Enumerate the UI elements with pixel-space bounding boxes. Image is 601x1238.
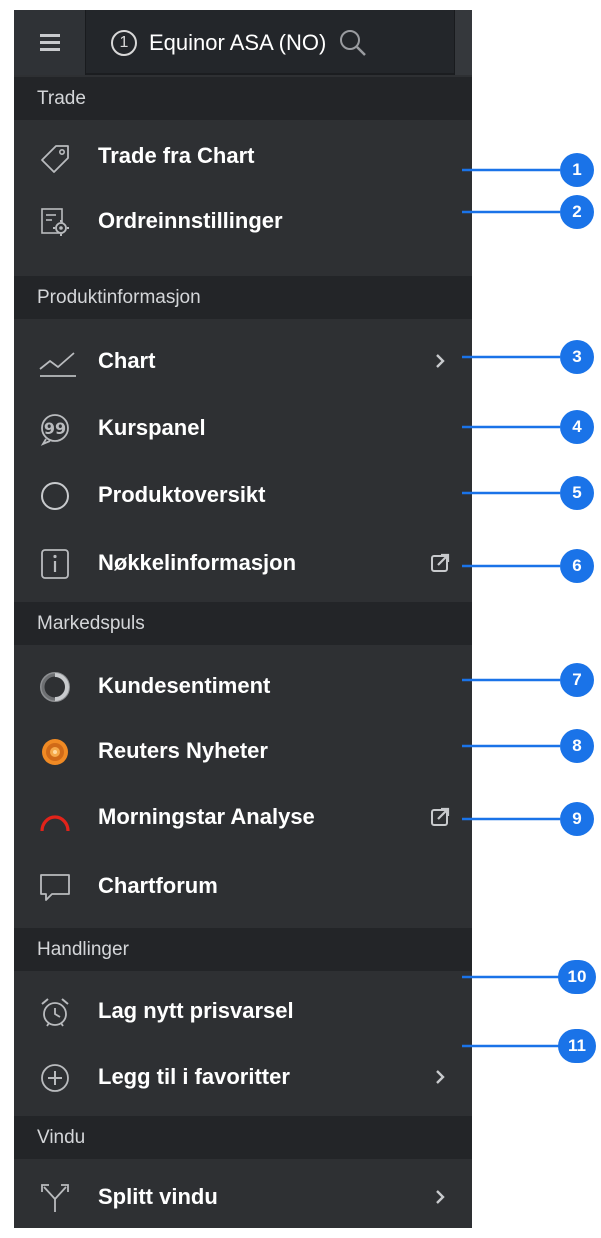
instrument-selector[interactable]: 1 Equinor ASA (NO) bbox=[87, 10, 452, 75]
title-bar-edge bbox=[454, 10, 472, 75]
menu-item-split-window[interactable]: Splitt vindu bbox=[14, 1164, 472, 1228]
alarm-clock-icon bbox=[38, 995, 72, 1029]
section-header-market-pulse: Markedspuls bbox=[14, 602, 472, 645]
menu-item-label: Trade fra Chart bbox=[98, 143, 255, 168]
section-header-trade: Trade bbox=[14, 77, 472, 120]
menu-item-chart-forum[interactable]: Chartforum bbox=[14, 853, 472, 919]
chevron-right-icon bbox=[429, 1185, 451, 1209]
menu-item-order-settings[interactable]: Ordreinnstillinger bbox=[14, 188, 472, 254]
context-menu-panel: 1 Equinor ASA (NO) Trade Trade fra Chart… bbox=[14, 10, 472, 1228]
hamburger-menu-button[interactable] bbox=[14, 10, 86, 75]
callout-badge-11: 11 bbox=[558, 1029, 596, 1063]
callout-badge-8: 8 bbox=[560, 729, 594, 763]
chevron-right-icon bbox=[429, 349, 451, 373]
plus-circle-icon bbox=[38, 1061, 72, 1095]
menu-item-label: Reuters Nyheter bbox=[98, 738, 268, 763]
menu-item-key-info[interactable]: Nøkkelinformasjon bbox=[14, 530, 472, 596]
morningstar-arc-icon bbox=[38, 801, 72, 835]
callout-badge-7: 7 bbox=[560, 663, 594, 697]
callout-badge-1: 1 bbox=[560, 153, 594, 187]
section-header-product-info: Produktinformasjon bbox=[14, 276, 472, 319]
svg-text:99: 99 bbox=[44, 419, 66, 438]
info-icon bbox=[38, 547, 72, 581]
menu-item-label: Kurspanel bbox=[98, 415, 206, 440]
speech-bubble-icon bbox=[38, 870, 72, 904]
menu-item-label: Chart bbox=[98, 348, 156, 373]
external-link-icon bbox=[429, 551, 451, 575]
menu-item-label: Ordreinnstillinger bbox=[98, 208, 283, 233]
menu-item-label: Chartforum bbox=[98, 873, 218, 898]
line-chart-icon bbox=[38, 345, 76, 379]
quote-icon: 99 bbox=[38, 412, 72, 446]
section-header-window: Vindu bbox=[14, 1116, 472, 1159]
chevron-right-icon bbox=[429, 1065, 451, 1089]
instrument-name: Equinor ASA (NO) bbox=[149, 29, 327, 55]
split-icon bbox=[38, 1181, 72, 1215]
menu-item-label: Nøkkelinformasjon bbox=[98, 550, 297, 575]
menu-item-price-panel[interactable]: 99 Kurspanel bbox=[14, 395, 472, 461]
menu-item-morningstar[interactable]: Morningstar Analyse bbox=[14, 784, 472, 850]
callout-badge-5: 5 bbox=[560, 476, 594, 510]
menu-item-new-price-alert[interactable]: Lag nytt prisvarsel bbox=[14, 978, 472, 1044]
callout-badge-3: 3 bbox=[560, 340, 594, 374]
hamburger-icon bbox=[39, 32, 60, 53]
search-icon[interactable] bbox=[338, 28, 368, 58]
menu-item-trade-from-chart[interactable]: Trade fra Chart bbox=[14, 123, 472, 189]
instrument-title-bar: 1 Equinor ASA (NO) bbox=[14, 10, 472, 75]
tag-icon bbox=[38, 140, 72, 174]
callout-badge-9: 9 bbox=[560, 802, 594, 836]
reuters-logo-icon bbox=[38, 735, 72, 769]
callout-badge-10: 10 bbox=[558, 960, 596, 994]
menu-item-add-favorites[interactable]: Legg til i favoritter bbox=[14, 1044, 472, 1110]
external-link-icon bbox=[429, 805, 451, 829]
circle-icon bbox=[38, 479, 72, 513]
callout-badge-4: 4 bbox=[560, 410, 594, 444]
menu-item-chart[interactable]: Chart bbox=[14, 328, 472, 394]
menu-item-product-overview[interactable]: Produktoversikt bbox=[14, 462, 472, 528]
menu-item-client-sentiment[interactable]: Kundesentiment bbox=[14, 653, 472, 719]
sentiment-ring-icon bbox=[38, 670, 72, 704]
callout-badge-2: 2 bbox=[560, 195, 594, 229]
settings-form-icon bbox=[38, 205, 72, 239]
menu-item-label: Lag nytt prisvarsel bbox=[98, 998, 294, 1023]
menu-item-label: Legg til i favoritter bbox=[98, 1064, 290, 1089]
instrument-number-badge: 1 bbox=[111, 29, 137, 56]
menu-item-label: Kundesentiment bbox=[98, 673, 271, 698]
menu-item-reuters-news[interactable]: Reuters Nyheter bbox=[14, 718, 472, 784]
menu-item-label: Splitt vindu bbox=[98, 1184, 218, 1209]
menu-item-label: Produktoversikt bbox=[98, 482, 266, 507]
section-header-actions: Handlinger bbox=[14, 928, 472, 971]
menu-item-label: Morningstar Analyse bbox=[98, 804, 315, 829]
callout-badge-6: 6 bbox=[560, 549, 594, 583]
